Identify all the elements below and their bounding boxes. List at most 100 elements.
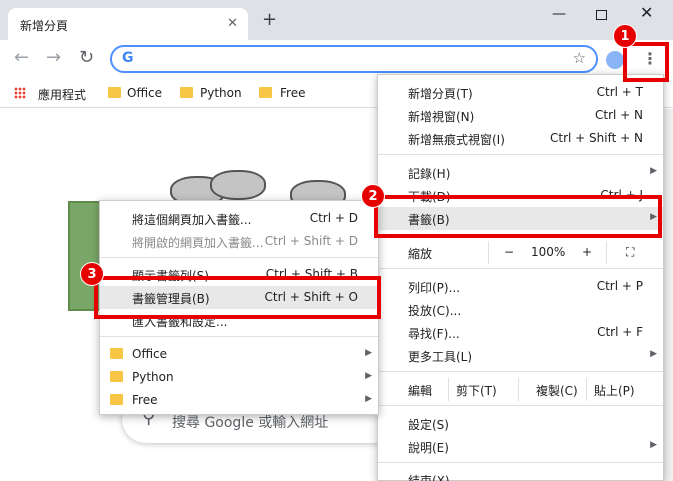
submenu-folder-free[interactable]: Free ▶ (100, 389, 378, 412)
menu-label: 更多工具(L) (408, 350, 473, 364)
zoom-in-button[interactable]: + (582, 245, 592, 259)
menu-item-new-window[interactable]: 新增視窗(N) Ctrl + N (378, 104, 663, 127)
new-tab-button[interactable]: + (262, 11, 277, 29)
menu-label: Python (132, 370, 174, 384)
menu-label: 新增無痕式視窗(I) (408, 133, 505, 147)
zoom-divider (606, 241, 607, 264)
scrollbar[interactable] (664, 109, 673, 481)
bookmark-python[interactable]: Python (200, 86, 242, 100)
menu-divider (378, 405, 663, 406)
fullscreen-icon[interactable]: ⛶ (626, 245, 634, 260)
google-icon: G (122, 50, 134, 66)
profile-avatar[interactable] (606, 51, 624, 69)
menu-item-cast[interactable]: 投放(C)... (378, 298, 663, 321)
menu-item-more-tools[interactable]: 更多工具(L) ▶ (378, 344, 663, 367)
menu-item-zoom: 縮放 − 100% + ⛶ (378, 241, 663, 264)
menu-divider (100, 257, 378, 258)
menu-divider (378, 371, 663, 372)
submenu-folder-python[interactable]: Python ▶ (100, 366, 378, 389)
bookmark-apps[interactable]: 應用程式 (38, 86, 86, 103)
window-close-button[interactable]: ✕ (640, 3, 653, 22)
menu-shortcut: Ctrl + P (596, 279, 643, 293)
menu-label: 新增視窗(N) (408, 110, 475, 124)
search-placeholder: 搜尋 Google 或輸入網址 (172, 415, 329, 431)
menu-item-print[interactable]: 列印(P)... Ctrl + P (378, 275, 663, 298)
menu-item-help[interactable]: 說明(E) ▶ (378, 435, 663, 458)
edit-divider (518, 378, 519, 401)
zoom-divider (488, 241, 489, 264)
chrome-main-menu: 新增分頁(T) Ctrl + T 新增視窗(N) Ctrl + N 新增無痕式視… (377, 74, 664, 481)
maximize-button[interactable] (596, 10, 607, 20)
submenu-item-add-page[interactable]: 將這個網頁加入書籤... Ctrl + D (100, 207, 378, 230)
folder-icon (108, 87, 121, 98)
tab-new-tab[interactable]: 新增分頁 ✕ (8, 8, 248, 40)
copy-button[interactable]: 複製(C) (536, 382, 578, 399)
menu-label: 新增分頁(T) (408, 87, 473, 101)
menu-item-history[interactable]: 記錄(H) ▶ (378, 161, 663, 184)
menu-item-settings[interactable]: 設定(S) (378, 412, 663, 435)
menu-shortcut: Ctrl + T (596, 85, 643, 99)
tab-close-icon[interactable]: ✕ (227, 16, 238, 31)
critter-shape (210, 170, 266, 200)
menu-item-new-incognito[interactable]: 新增無痕式視窗(I) Ctrl + Shift + N (378, 127, 663, 150)
menu-shortcut: Ctrl + Shift + D (264, 234, 358, 248)
apps-icon[interactable] (14, 87, 26, 99)
paste-button[interactable]: 貼上(P) (594, 382, 635, 399)
folder-icon (180, 87, 193, 98)
menu-divider (100, 336, 378, 337)
menu-shortcut: Ctrl + D (309, 211, 358, 225)
menu-label: 將開啟的網頁加入書籤... (132, 236, 264, 250)
menu-shortcut: Ctrl + Shift + N (550, 131, 643, 145)
menu-label: 縮放 (408, 247, 433, 261)
tab-title: 新增分頁 (20, 19, 69, 33)
menu-divider (378, 462, 663, 463)
menu-item-find[interactable]: 尋找(F)... Ctrl + F (378, 321, 663, 344)
menu-label: Office (132, 347, 168, 361)
edit-divider (448, 378, 449, 401)
submenu-arrow-icon: ▶ (365, 371, 372, 381)
toolbar: ← → ↻ G ☆ ⋮ (0, 40, 673, 78)
menu-label: 將這個網頁加入書籤... (132, 213, 252, 227)
callout-box-bookmarks (374, 195, 662, 238)
submenu-arrow-icon: ▶ (365, 394, 372, 404)
menu-label: 編輯 (408, 384, 433, 398)
zoom-level: 100% (531, 245, 566, 259)
bookmark-office[interactable]: Office (127, 86, 162, 100)
zoom-out-button[interactable]: − (504, 245, 514, 259)
menu-item-new-tab[interactable]: 新增分頁(T) Ctrl + T (378, 81, 663, 104)
back-button[interactable]: ← (14, 49, 29, 67)
menu-label: 記錄(H) (408, 167, 451, 181)
callout-badge-1: 1 (613, 24, 637, 48)
callout-box-menu (623, 42, 669, 82)
callout-box-manager (94, 276, 381, 319)
submenu-arrow-icon: ▶ (365, 348, 372, 358)
menu-label: Free (132, 393, 158, 407)
folder-icon (259, 87, 272, 98)
menu-label: 投放(C)... (408, 304, 462, 318)
minimize-button[interactable]: — (552, 6, 566, 22)
address-bar[interactable]: G ☆ (110, 45, 598, 73)
menu-item-edit: 編輯 剪下(T) 複製(C) 貼上(P) (378, 378, 663, 401)
menu-label: 說明(E) (408, 441, 449, 455)
folder-icon (110, 371, 123, 382)
menu-label: 結束(X) (408, 474, 450, 481)
menu-item-exit[interactable]: 結束(X) (378, 468, 663, 481)
menu-divider (378, 154, 663, 155)
menu-shortcut: Ctrl + F (597, 325, 643, 339)
star-icon[interactable]: ☆ (573, 49, 586, 67)
tab-strip: 新增分頁 ✕ + — ✕ (0, 0, 673, 40)
menu-divider (378, 268, 663, 269)
reload-button[interactable]: ↻ (79, 49, 94, 67)
submenu-arrow-icon: ▶ (650, 349, 657, 359)
submenu-item-add-open-pages: 將開啟的網頁加入書籤... Ctrl + Shift + D (100, 230, 378, 253)
folder-icon (110, 348, 123, 359)
callout-badge-3: 3 (80, 262, 104, 286)
submenu-arrow-icon: ▶ (650, 440, 657, 450)
bookmark-free[interactable]: Free (280, 86, 305, 100)
menu-label: 設定(S) (408, 418, 449, 432)
submenu-folder-office[interactable]: Office ▶ (100, 343, 378, 366)
cut-button[interactable]: 剪下(T) (456, 382, 497, 399)
forward-button[interactable]: → (46, 49, 61, 67)
menu-shortcut: Ctrl + N (594, 108, 643, 122)
submenu-arrow-icon: ▶ (650, 166, 657, 176)
